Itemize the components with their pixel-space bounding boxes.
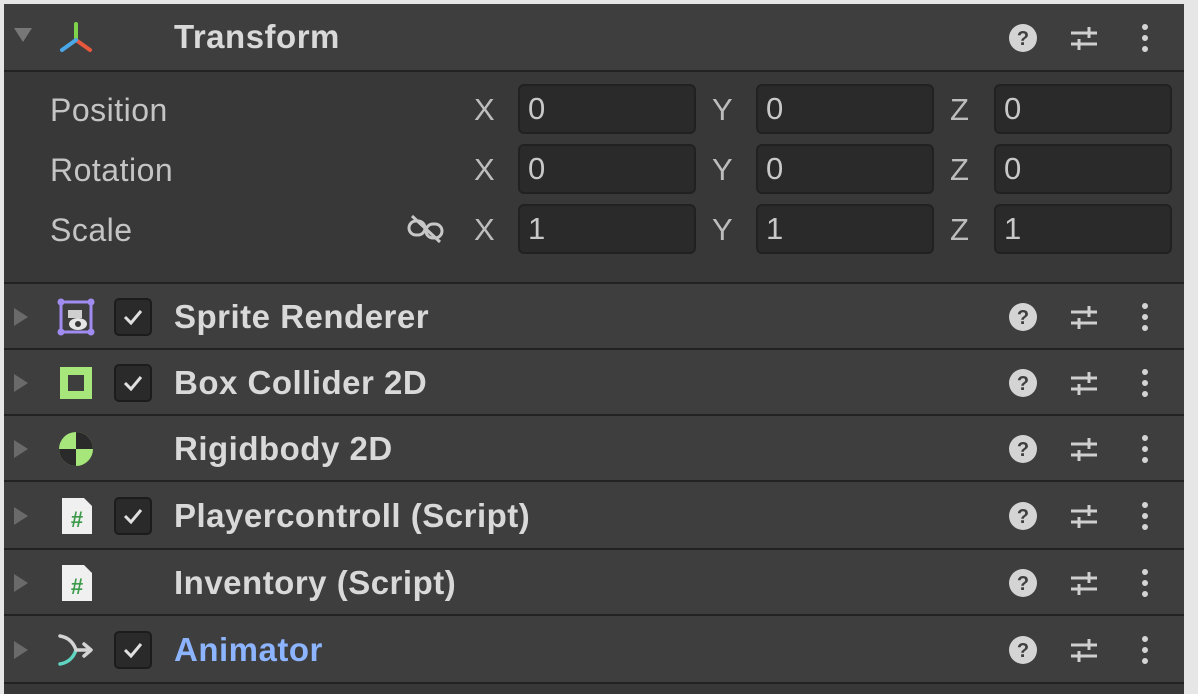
position-y-field[interactable]: 0 xyxy=(756,84,934,134)
component-header-playercontroll-script[interactable]: # Playercontroll (Script) ? xyxy=(4,482,1184,550)
kebab-menu-icon[interactable] xyxy=(1128,432,1162,466)
animator-icon xyxy=(58,634,93,666)
transform-title: Transform xyxy=(174,18,340,55)
rigidbody-icon xyxy=(59,432,93,466)
svg-text:?: ? xyxy=(1017,506,1029,528)
svg-text:?: ? xyxy=(1017,307,1029,329)
component-title: Box Collider 2D xyxy=(174,364,428,401)
inspector-panel: Transform ? Position X 0 Y 0 Z 0 Rotatio… xyxy=(4,4,1184,694)
transform-properties: Position X 0 Y 0 Z 0 Rotation X 0 Y 0 Z … xyxy=(4,72,1184,284)
axis-y-label: Y xyxy=(712,212,733,247)
rotation-x-field[interactable]: 0 xyxy=(518,144,696,194)
axis-x-label: X xyxy=(474,212,495,247)
preset-sliders-icon[interactable] xyxy=(1067,300,1101,334)
rotation-z-field[interactable]: 0 xyxy=(994,144,1172,194)
sprite-renderer-icon xyxy=(57,298,95,336)
component-title: Playercontroll (Script) xyxy=(174,497,531,534)
rotation-label: Rotation xyxy=(50,152,174,188)
axis-z-label: Z xyxy=(950,212,969,247)
axis-z-label: Z xyxy=(950,92,969,127)
svg-text:?: ? xyxy=(1017,373,1029,395)
enabled-checkbox[interactable] xyxy=(114,298,152,336)
kebab-menu-icon[interactable] xyxy=(1128,21,1162,55)
axis-y-label: Y xyxy=(712,92,733,127)
preset-sliders-icon[interactable] xyxy=(1067,633,1101,667)
preset-sliders-icon[interactable] xyxy=(1067,366,1101,400)
help-icon[interactable]: ? xyxy=(1006,366,1040,400)
foldout-closed-icon[interactable] xyxy=(14,574,28,592)
preset-sliders-icon[interactable] xyxy=(1067,21,1101,55)
help-icon[interactable]: ? xyxy=(1006,499,1040,533)
constrain-proportions-link-icon[interactable] xyxy=(406,212,446,246)
component-title: Inventory (Script) xyxy=(174,564,457,601)
enabled-checkbox[interactable] xyxy=(114,364,152,402)
scale-x-field[interactable]: 1 xyxy=(518,204,696,254)
svg-text:?: ? xyxy=(1017,640,1029,662)
axis-x-label: X xyxy=(474,92,495,127)
enabled-checkbox[interactable] xyxy=(114,497,152,535)
foldout-closed-icon[interactable] xyxy=(14,507,28,525)
help-icon[interactable]: ? xyxy=(1006,432,1040,466)
help-icon[interactable]: ? xyxy=(1006,566,1040,600)
kebab-menu-icon[interactable] xyxy=(1128,366,1162,400)
svg-text:?: ? xyxy=(1017,573,1029,595)
transform-header[interactable]: Transform ? xyxy=(4,4,1184,72)
help-icon[interactable]: ? xyxy=(1006,21,1040,55)
axis-x-label: X xyxy=(474,152,495,187)
component-title: Sprite Renderer xyxy=(174,298,430,335)
position-x-field[interactable]: 0 xyxy=(518,84,696,134)
svg-text:?: ? xyxy=(1017,439,1029,461)
foldout-closed-icon[interactable] xyxy=(14,641,28,659)
component-header-box-collider-2d[interactable]: Box Collider 2D ? xyxy=(4,350,1184,416)
svg-text:#: # xyxy=(71,507,83,532)
kebab-menu-icon[interactable] xyxy=(1128,633,1162,667)
kebab-menu-icon[interactable] xyxy=(1128,566,1162,600)
kebab-menu-icon[interactable] xyxy=(1128,300,1162,334)
box-collider-icon xyxy=(60,367,92,399)
scale-y-field[interactable]: 1 xyxy=(756,204,934,254)
position-z-field[interactable]: 0 xyxy=(994,84,1172,134)
axis-z-label: Z xyxy=(950,152,969,187)
preset-sliders-icon[interactable] xyxy=(1067,566,1101,600)
component-header-animator[interactable]: Animator ? xyxy=(4,616,1184,684)
component-header-rigidbody-2d[interactable]: Rigidbody 2D ? xyxy=(4,416,1184,482)
component-header-inventory-script[interactable]: # Inventory (Script) ? xyxy=(4,550,1184,616)
transform-axes-icon xyxy=(60,22,92,52)
rotation-y-field[interactable]: 0 xyxy=(756,144,934,194)
svg-text:?: ? xyxy=(1017,28,1029,50)
svg-text:#: # xyxy=(71,574,83,599)
position-label: Position xyxy=(50,92,168,128)
foldout-open-icon[interactable] xyxy=(14,28,32,42)
help-icon[interactable]: ? xyxy=(1006,300,1040,334)
help-icon[interactable]: ? xyxy=(1006,633,1040,667)
preset-sliders-icon[interactable] xyxy=(1067,499,1101,533)
foldout-closed-icon[interactable] xyxy=(14,308,28,326)
component-header-sprite-renderer[interactable]: Sprite Renderer ? xyxy=(4,284,1184,350)
kebab-menu-icon[interactable] xyxy=(1128,499,1162,533)
component-title: Rigidbody 2D xyxy=(174,430,393,467)
preset-sliders-icon[interactable] xyxy=(1067,432,1101,466)
scale-z-field[interactable]: 1 xyxy=(994,204,1172,254)
foldout-closed-icon[interactable] xyxy=(14,440,28,458)
enabled-checkbox[interactable] xyxy=(114,631,152,669)
axis-y-label: Y xyxy=(712,152,733,187)
foldout-closed-icon[interactable] xyxy=(14,374,28,392)
script-icon: # xyxy=(62,498,92,534)
script-icon: # xyxy=(62,565,92,601)
component-title: Animator xyxy=(174,631,323,668)
scale-label: Scale xyxy=(50,212,133,248)
